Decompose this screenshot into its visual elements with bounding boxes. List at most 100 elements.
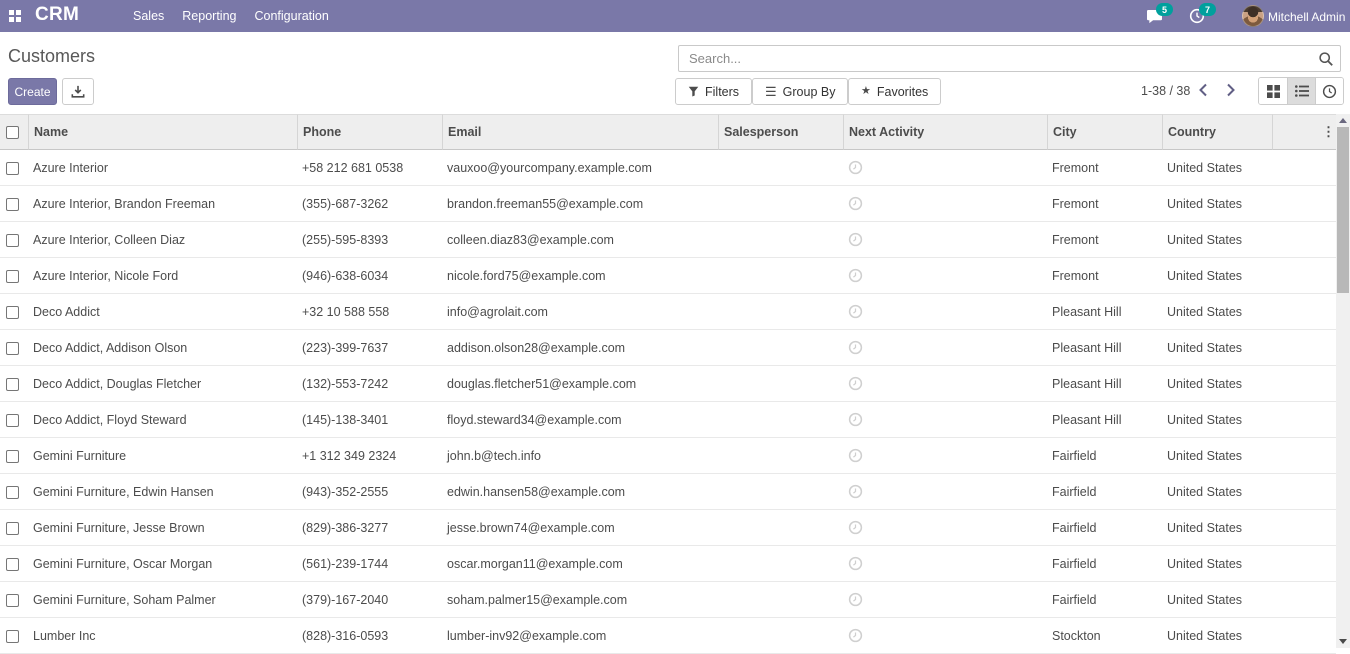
- row-checkbox-cell[interactable]: [0, 366, 28, 402]
- vertical-ellipsis-icon[interactable]: ⋮: [1322, 124, 1335, 140]
- nav-menu-sales[interactable]: Sales: [133, 9, 164, 23]
- table-row[interactable]: Deco Addict, Addison Olson(223)-399-7637…: [0, 330, 1336, 366]
- group-by-button[interactable]: ☰ Group By: [752, 78, 848, 105]
- column-header-phone[interactable]: Phone: [297, 114, 442, 150]
- cell-next-activity[interactable]: [843, 330, 1047, 366]
- row-checkbox[interactable]: [6, 342, 19, 355]
- cell-next-activity[interactable]: [843, 294, 1047, 330]
- row-checkbox[interactable]: [6, 630, 19, 643]
- cell-next-activity[interactable]: [843, 366, 1047, 402]
- row-checkbox-cell[interactable]: [0, 330, 28, 366]
- cell-next-activity[interactable]: [843, 186, 1047, 222]
- table-row[interactable]: Azure Interior, Nicole Ford(946)-638-603…: [0, 258, 1336, 294]
- apps-grid-icon[interactable]: [9, 10, 21, 22]
- cell-next-activity[interactable]: [843, 222, 1047, 258]
- select-all-checkbox[interactable]: [6, 126, 19, 139]
- table-row[interactable]: Gemini Furniture, Edwin Hansen(943)-352-…: [0, 474, 1336, 510]
- activity-view-button[interactable]: [1315, 78, 1343, 104]
- row-checkbox[interactable]: [6, 162, 19, 175]
- cell-next-activity[interactable]: [843, 474, 1047, 510]
- column-header-next-activity[interactable]: Next Activity: [843, 114, 1047, 150]
- row-checkbox-cell[interactable]: [0, 150, 28, 186]
- export-button[interactable]: [62, 78, 94, 105]
- cell-name: Deco Addict, Addison Olson: [28, 330, 297, 366]
- row-checkbox-cell[interactable]: [0, 222, 28, 258]
- column-header-email[interactable]: Email: [442, 114, 718, 150]
- user-menu[interactable]: Mitchell Admin: [1268, 10, 1345, 24]
- nav-menu-reporting[interactable]: Reporting: [182, 9, 236, 23]
- table-row[interactable]: Gemini Furniture, Soham Palmer(379)-167-…: [0, 582, 1336, 618]
- vertical-scrollbar[interactable]: [1336, 114, 1350, 648]
- create-button[interactable]: Create: [8, 78, 57, 105]
- cell-salesperson: [718, 546, 843, 582]
- row-checkbox[interactable]: [6, 414, 19, 427]
- row-checkbox-cell[interactable]: [0, 510, 28, 546]
- favorites-button[interactable]: ★ Favorites: [848, 78, 941, 105]
- pager-previous-button[interactable]: [1198, 83, 1208, 102]
- column-header-salesperson[interactable]: Salesperson: [718, 114, 843, 150]
- cell-next-activity[interactable]: [843, 258, 1047, 294]
- list-view-button[interactable]: [1287, 78, 1315, 104]
- row-checkbox-cell[interactable]: [0, 294, 28, 330]
- column-header-city[interactable]: City: [1047, 114, 1162, 150]
- row-checkbox[interactable]: [6, 198, 19, 211]
- cell-next-activity[interactable]: [843, 438, 1047, 474]
- table-row[interactable]: Gemini Furniture, Oscar Morgan(561)-239-…: [0, 546, 1336, 582]
- activities-button[interactable]: 7: [1189, 0, 1205, 32]
- cell-salesperson: [718, 510, 843, 546]
- table-row[interactable]: Deco Addict+32 10 588 558info@agrolait.c…: [0, 294, 1336, 330]
- table-row[interactable]: Deco Addict, Floyd Steward(145)-138-3401…: [0, 402, 1336, 438]
- table-row[interactable]: Azure Interior, Colleen Diaz(255)-595-83…: [0, 222, 1336, 258]
- cell-next-activity[interactable]: [843, 582, 1047, 618]
- row-checkbox[interactable]: [6, 522, 19, 535]
- cell-salesperson: [718, 186, 843, 222]
- cell-next-activity[interactable]: [843, 546, 1047, 582]
- app-title[interactable]: CRM: [35, 4, 79, 26]
- select-all-checkbox-cell[interactable]: [0, 114, 28, 150]
- cell-filler: [1272, 366, 1336, 402]
- search-input[interactable]: [689, 46, 1289, 71]
- filters-button[interactable]: Filters: [675, 78, 752, 105]
- clock-icon: [848, 520, 863, 535]
- avatar[interactable]: [1242, 5, 1264, 27]
- messages-button[interactable]: 5: [1146, 0, 1163, 32]
- scroll-up-arrow[interactable]: [1339, 118, 1347, 123]
- row-checkbox-cell[interactable]: [0, 546, 28, 582]
- column-header-country[interactable]: Country: [1162, 114, 1272, 150]
- row-checkbox[interactable]: [6, 306, 19, 319]
- row-checkbox-cell[interactable]: [0, 258, 28, 294]
- cell-next-activity[interactable]: [843, 618, 1047, 654]
- row-checkbox[interactable]: [6, 594, 19, 607]
- row-checkbox-cell[interactable]: [0, 186, 28, 222]
- table-row[interactable]: Deco Addict, Douglas Fletcher(132)-553-7…: [0, 366, 1336, 402]
- row-checkbox-cell[interactable]: [0, 402, 28, 438]
- messages-count-badge: 5: [1156, 3, 1173, 16]
- scrollbar-thumb[interactable]: [1337, 127, 1349, 293]
- nav-menu-configuration[interactable]: Configuration: [254, 9, 328, 23]
- cell-phone: (828)-316-0593: [297, 618, 442, 654]
- pager-next-button[interactable]: [1226, 83, 1236, 102]
- table-row[interactable]: Azure Interior, Brandon Freeman(355)-687…: [0, 186, 1336, 222]
- row-checkbox-cell[interactable]: [0, 474, 28, 510]
- cell-next-activity[interactable]: [843, 510, 1047, 546]
- cell-next-activity[interactable]: [843, 402, 1047, 438]
- table-row[interactable]: Lumber Inc(828)-316-0593lumber-inv92@exa…: [0, 618, 1336, 654]
- row-checkbox[interactable]: [6, 270, 19, 283]
- table-row[interactable]: Gemini Furniture+1 312 349 2324john.b@te…: [0, 438, 1336, 474]
- kanban-view-button[interactable]: [1259, 78, 1287, 104]
- column-header-name[interactable]: Name: [28, 114, 297, 150]
- row-checkbox-cell[interactable]: [0, 582, 28, 618]
- scroll-down-arrow[interactable]: [1339, 639, 1347, 644]
- row-checkbox[interactable]: [6, 450, 19, 463]
- row-checkbox[interactable]: [6, 378, 19, 391]
- row-checkbox-cell[interactable]: [0, 618, 28, 654]
- magnifier-icon[interactable]: [1318, 51, 1334, 72]
- row-checkbox-cell[interactable]: [0, 438, 28, 474]
- row-checkbox[interactable]: [6, 486, 19, 499]
- cell-next-activity[interactable]: [843, 150, 1047, 186]
- table-row[interactable]: Azure Interior+58 212 681 0538vauxoo@you…: [0, 150, 1336, 186]
- cell-phone: (943)-352-2555: [297, 474, 442, 510]
- row-checkbox[interactable]: [6, 558, 19, 571]
- row-checkbox[interactable]: [6, 234, 19, 247]
- table-row[interactable]: Gemini Furniture, Jesse Brown(829)-386-3…: [0, 510, 1336, 546]
